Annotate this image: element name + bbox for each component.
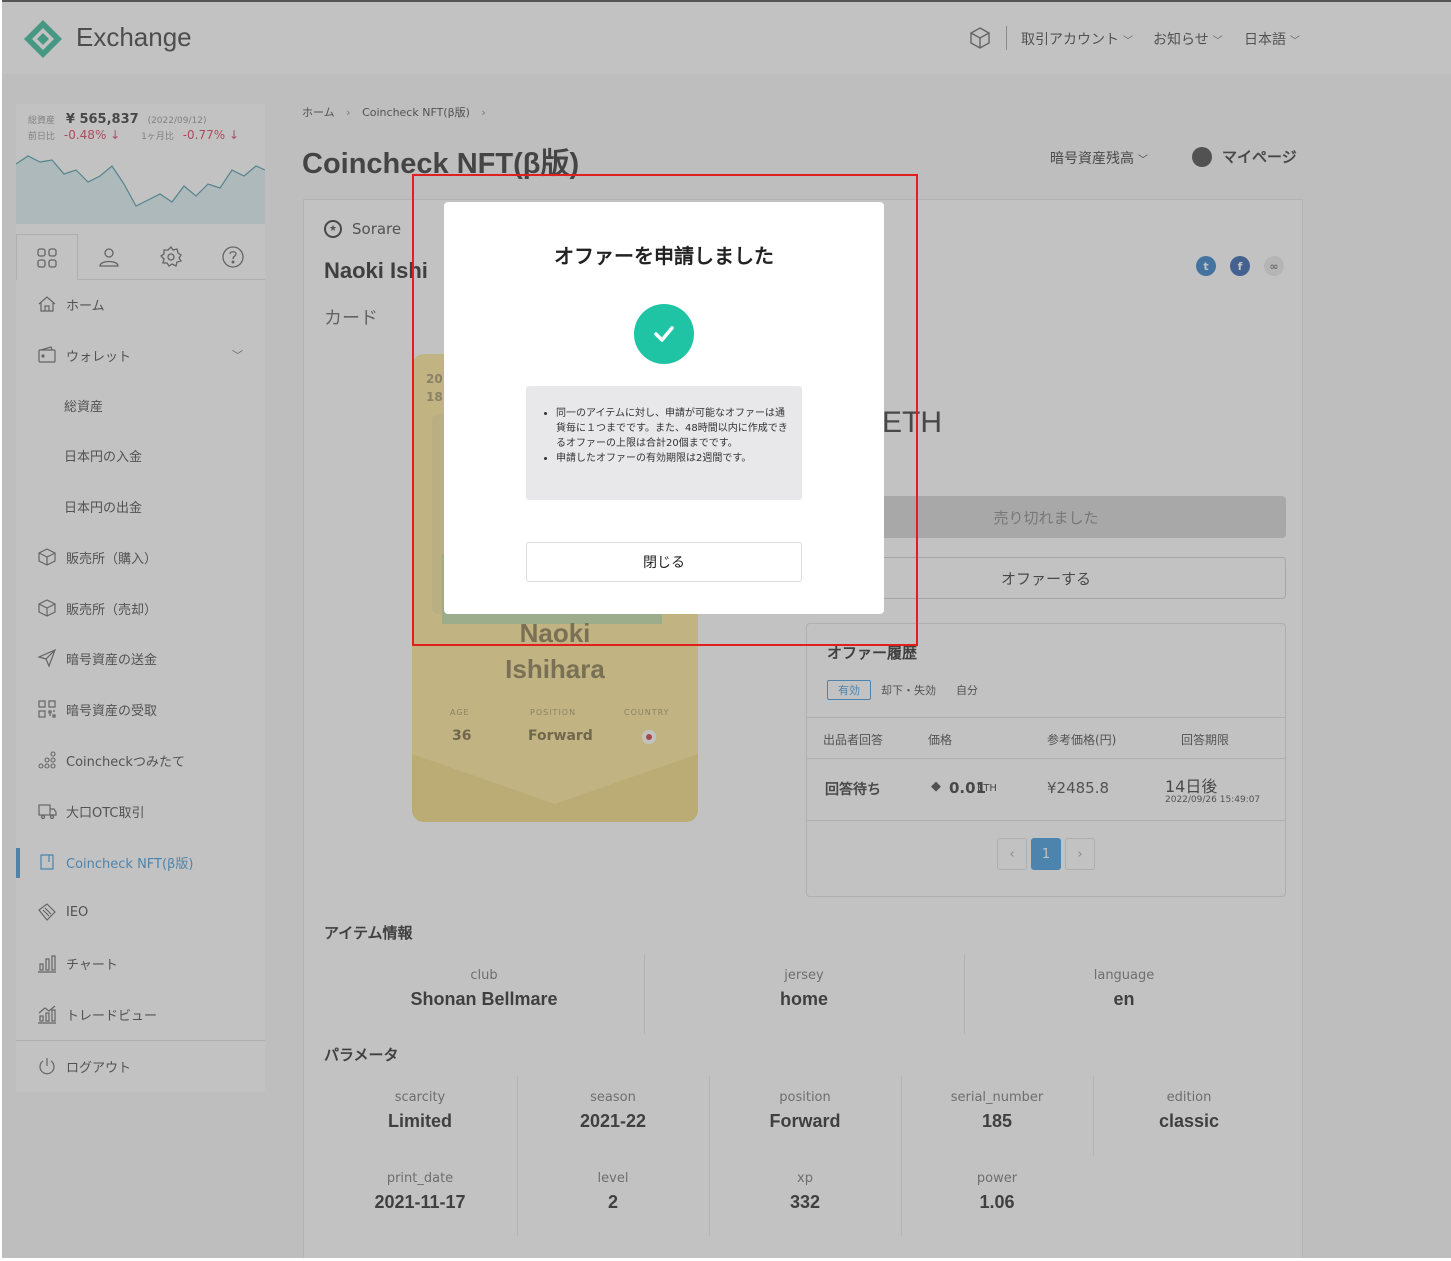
highlight-box: [412, 174, 918, 646]
app-window: Exchange 取引アカウント ﹀ お知らせ ﹀ 日本語 ﹀ 総資産 ¥ 565,8…: [2, 0, 1451, 1258]
